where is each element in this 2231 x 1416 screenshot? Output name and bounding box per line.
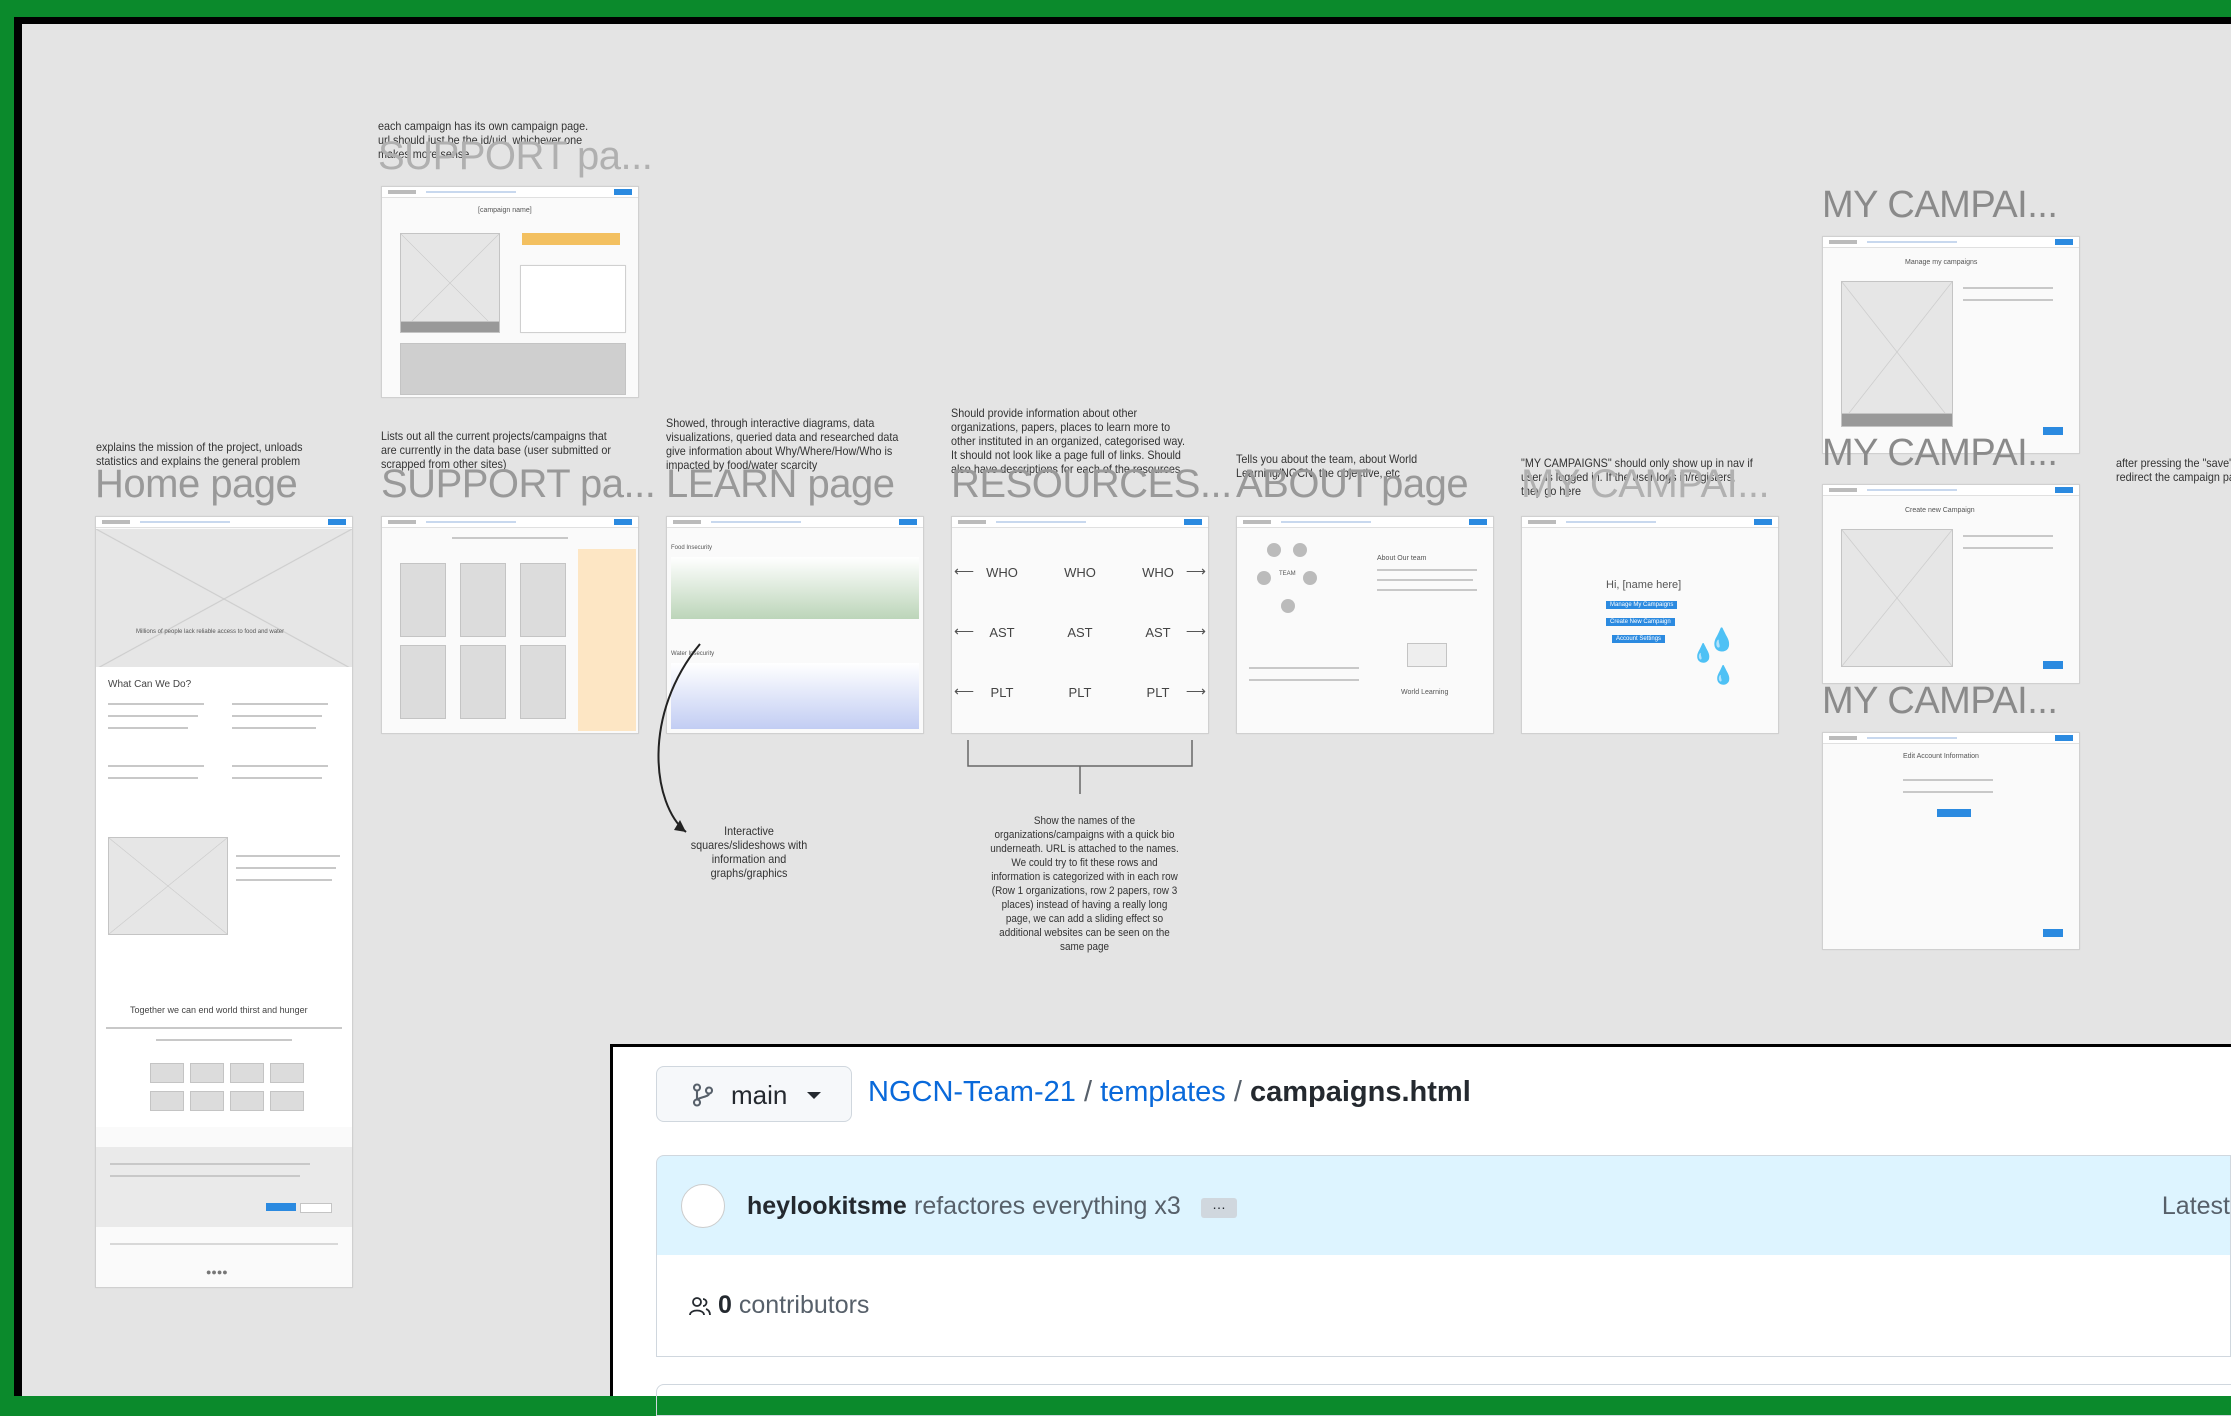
breadcrumb-separator: / <box>1233 1076 1250 1108</box>
wire-hi-name: Hi, [name here] <box>1606 579 1682 591</box>
wire-account-settings: Account Settings <box>1612 635 1666 643</box>
breadcrumb-file-name: campaigns.html <box>1249 1076 1471 1108</box>
breadcrumb-separator: / <box>1083 1076 1101 1108</box>
branch-name: main <box>731 1080 788 1110</box>
breadcrumb: NGCN-Team-21 / templates / campaigns.htm… <box>868 1076 1471 1109</box>
wireframe-my-campaigns-page[interactable]: Hi, [name here] Manage My Campaigns Crea… <box>1521 516 1779 734</box>
wire-plt: PLT <box>990 685 1014 700</box>
chevron-down-icon <box>807 1092 821 1099</box>
contributors-link[interactable]: 0 contributors <box>689 1291 869 1320</box>
wire-navbar <box>1237 517 1493 528</box>
wire-who: WHO <box>1142 565 1174 580</box>
wireframe-edit-account[interactable]: Edit Account Information <box>1822 732 2080 950</box>
wire-navbar <box>1823 237 2079 248</box>
frame-title-my-campaigns-1: MY CAMPAI... <box>1822 184 2058 226</box>
note-after-save: after pressing the "save" site should re… <box>2116 456 2231 484</box>
avatar[interactable] <box>681 1184 725 1228</box>
wire-plt: PLT <box>1068 685 1092 700</box>
wire-ast: AST <box>1145 625 1171 640</box>
wire-what-can-we-do: What Can We Do? <box>108 679 192 690</box>
wireframe-create-campaign[interactable]: Create new Campaign <box>1822 484 2080 684</box>
commit-author-link[interactable]: heylookitsme <box>747 1192 907 1221</box>
wire-campaign-name: [campaign name] <box>478 207 532 214</box>
wire-donate-box <box>520 265 626 333</box>
commit-message-link[interactable]: refactores everything x3 <box>914 1192 1181 1221</box>
wireframe-resources-page[interactable]: ⟵ ⟶ WHO WHO WHO ⟵ ⟶ AST AST AST ⟵ ⟶ PLT PLT… <box>951 516 1209 734</box>
wire-navbar <box>1522 517 1778 528</box>
wire-description-block <box>400 343 626 395</box>
frame-title-home: Home page <box>95 462 298 506</box>
git-branch-icon <box>692 1083 714 1107</box>
wire-hero-placeholder <box>96 529 352 669</box>
wire-navbar <box>667 517 923 528</box>
wire-plt: PLT <box>1146 685 1170 700</box>
wire-navbar <box>952 517 1208 528</box>
frame-title-support-top: SUPPORT pa... <box>378 134 653 178</box>
file-content-box <box>656 1384 2231 1416</box>
wire-world-learning: World Learning <box>1401 689 1449 696</box>
frame-title-resources: RESOURCES... <box>951 462 1232 506</box>
wire-image-placeholder <box>400 233 500 333</box>
wire-navbar <box>96 517 352 528</box>
wire-manage-campaigns: Manage My Campaigns <box>1606 601 1678 609</box>
wire-create-campaign: Create New Campaign <box>1606 618 1675 626</box>
wire-who: WHO <box>1064 565 1096 580</box>
wire-edit-title: Edit Account Information <box>1903 753 1979 760</box>
commit-expand-button[interactable]: … <box>1201 1197 1237 1218</box>
wire-ast: AST <box>1067 625 1093 640</box>
frame-title-learn: LEARN page <box>666 462 895 506</box>
wire-navbar <box>382 187 638 198</box>
wireframe-campaign-page[interactable]: [campaign name] <box>381 186 639 398</box>
wire-home-caption: Millions of people lack reliable access … <box>136 629 285 635</box>
wire-image-placeholder <box>108 837 228 935</box>
frame-title-about: ABOUT page <box>1236 462 1469 506</box>
wire-create-title: Create new Campaign <box>1905 507 1975 514</box>
people-icon <box>689 1297 711 1316</box>
wireframe-about-page[interactable]: TEAM About Our team World Learning <box>1236 516 1494 734</box>
breadcrumb-repo-link[interactable]: NGCN-Team-21 <box>868 1076 1076 1108</box>
wireframe-manage-campaigns[interactable]: Manage my campaigns <box>1822 236 2080 454</box>
contributors-box: 0 contributors <box>656 1255 2231 1357</box>
contributors-count: 0 <box>717 1291 732 1319</box>
frame-title-my-campaigns-2: MY CAMPAI... <box>1822 432 2058 474</box>
branch-select-button[interactable]: main <box>656 1066 852 1122</box>
note-interactive: Interactive squares/slideshows with info… <box>690 824 808 880</box>
resources-bracket <box>967 740 1193 794</box>
wireframe-home-page[interactable]: Millions of people lack reliable access … <box>95 516 353 1288</box>
wireframe-support-page[interactable] <box>381 516 639 734</box>
wire-together-heading: Together we can end world thirst and hun… <box>130 1005 308 1015</box>
wire-navbar <box>1823 733 2079 744</box>
wire-food-insecurity: Food Insecurity <box>671 545 713 551</box>
contributors-label: contributors <box>738 1291 870 1319</box>
frame-title-my-campaigns-mid: MY CAMPAI... <box>1521 462 1770 506</box>
wire-manage-title: Manage my campaigns <box>1905 259 1978 266</box>
frame-title-my-campaigns-3: MY CAMPAI... <box>1822 680 2058 722</box>
wire-navbar <box>1823 485 2079 496</box>
note-show-names: Show the names of the organizations/camp… <box>990 815 1179 953</box>
interactive-arrow <box>657 643 701 833</box>
latest-commit-label[interactable]: Latest <box>2162 1192 2230 1221</box>
wire-navbar <box>382 517 638 528</box>
wire-who: WHO <box>986 565 1018 580</box>
wire-team: TEAM <box>1279 571 1296 577</box>
breadcrumb-folder-link[interactable]: templates <box>1100 1076 1226 1108</box>
wire-ast: AST <box>989 625 1015 640</box>
frame-title-support: SUPPORT pa... <box>381 462 656 506</box>
latest-commit-box: heylookitsme refactores everything x3 … … <box>656 1155 2231 1256</box>
wire-about-us: About Our team <box>1377 555 1427 562</box>
